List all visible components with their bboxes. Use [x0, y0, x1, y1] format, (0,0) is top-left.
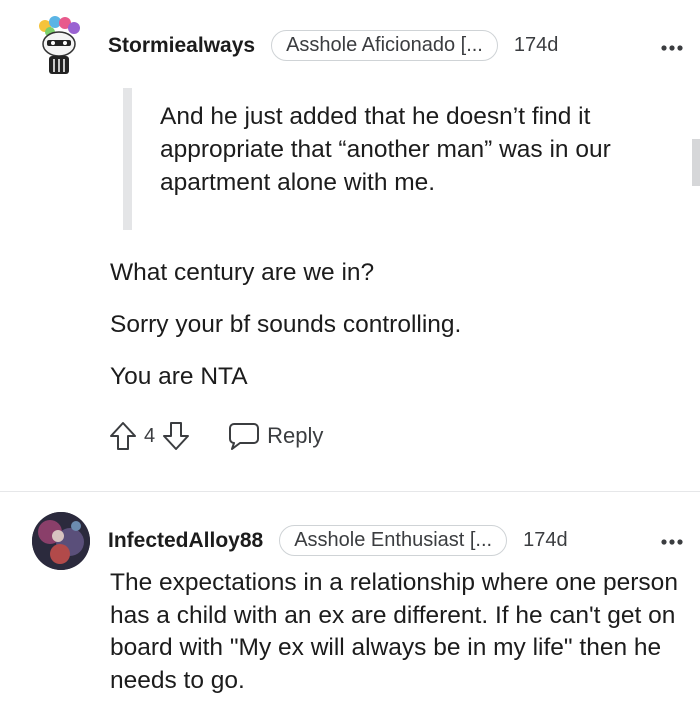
upvote-icon[interactable]	[108, 420, 138, 452]
reply-button[interactable]: Reply	[227, 421, 323, 451]
comment-actions: 4 Reply	[108, 420, 323, 452]
snoo-avatar-icon	[39, 16, 80, 74]
comment-line-3: You are NTA	[110, 363, 248, 390]
comment-line-2: Sorry your bf sounds controlling.	[110, 311, 462, 338]
comment-age: 174d	[523, 529, 568, 551]
username[interactable]: InfectedAlloy88	[108, 529, 263, 553]
comment-header: Stormiealways Asshole Aficionado [... 17…	[108, 30, 558, 61]
comment-line-1: What century are we in?	[110, 259, 375, 286]
user-avatar[interactable]	[33, 16, 85, 78]
user-avatar[interactable]	[32, 512, 90, 570]
comment-text: The expectations in a relationship where…	[110, 569, 678, 694]
quote-bar	[123, 88, 132, 230]
comment-divider	[0, 491, 700, 492]
comment-age: 174d	[513, 34, 559, 56]
reply-label: Reply	[267, 423, 324, 448]
quote-text: And he just added that he doesn’t find i…	[160, 103, 611, 196]
downvote-icon[interactable]	[161, 420, 191, 452]
username[interactable]: Stormiealways	[108, 34, 255, 58]
reply-bubble-icon	[229, 423, 260, 450]
scrollbar-thumb[interactable]	[692, 139, 700, 186]
profile-picture-icon	[32, 512, 90, 570]
user-flair: Asshole Enthusiast [...	[279, 525, 508, 556]
more-options-icon[interactable]	[660, 530, 684, 554]
vote-count: 4	[144, 424, 156, 447]
user-flair: Asshole Aficionado [...	[271, 30, 498, 61]
more-options-icon[interactable]	[660, 36, 684, 60]
comment-header: InfectedAlloy88 Asshole Enthusiast [... …	[108, 525, 568, 556]
